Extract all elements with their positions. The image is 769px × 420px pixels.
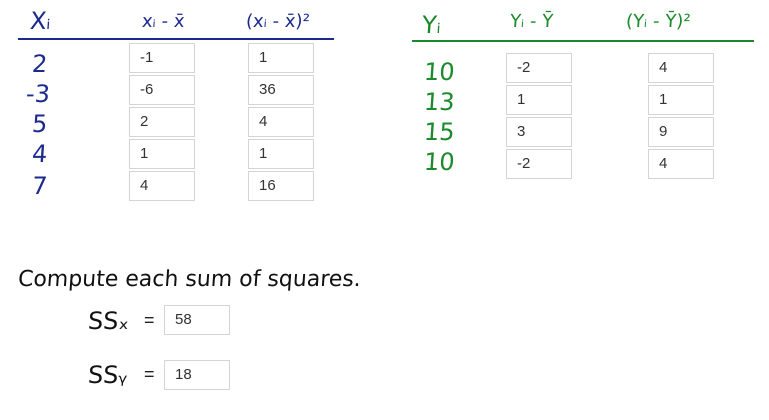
y-header-deviation: Yᵢ - Ȳ xyxy=(509,11,554,32)
x-squared-field[interactable]: 36 xyxy=(248,75,314,105)
y-squared-field[interactable]: 4 xyxy=(648,149,714,179)
x-header-xi: Xᵢ xyxy=(29,7,52,35)
x-squared-field[interactable]: 1 xyxy=(248,139,314,169)
x-squared-field[interactable]: 16 xyxy=(248,171,314,201)
y-squared-field[interactable]: 9 xyxy=(648,117,714,147)
x-deviation-field[interactable]: 2 xyxy=(129,107,195,137)
y-deviation-field[interactable]: -2 xyxy=(506,53,572,83)
x-value: 5 xyxy=(31,110,49,138)
ssx-equals: = xyxy=(144,310,155,330)
y-header-rule xyxy=(412,40,754,42)
y-deviation-field[interactable]: 3 xyxy=(506,117,572,147)
y-value: 13 xyxy=(423,88,456,116)
ssx-label: SSₓ xyxy=(87,307,131,335)
ssx-field[interactable]: 58 xyxy=(164,305,230,335)
ssy-label: SSᵧ xyxy=(87,361,129,389)
y-value: 15 xyxy=(423,118,456,146)
y-squared-field[interactable]: 4 xyxy=(648,53,714,83)
y-deviation-field[interactable]: 1 xyxy=(506,85,572,115)
sum-of-squares-prompt: Compute each sum of squares. xyxy=(17,267,362,292)
x-deviation-field[interactable]: -1 xyxy=(129,43,195,73)
y-header-yi: Yᵢ xyxy=(421,11,442,39)
x-deviation-field[interactable]: 1 xyxy=(129,139,195,169)
x-value: 7 xyxy=(31,172,49,200)
y-value: 10 xyxy=(423,58,456,86)
x-squared-field[interactable]: 1 xyxy=(248,43,314,73)
x-header-squared: (xᵢ - x̄)² xyxy=(245,11,311,32)
y-deviation-field[interactable]: -2 xyxy=(506,149,572,179)
y-value: 10 xyxy=(423,148,456,176)
y-squared-field[interactable]: 1 xyxy=(648,85,714,115)
x-header-deviation: xᵢ - x̄ xyxy=(141,11,186,32)
ssy-field[interactable]: 18 xyxy=(164,360,230,390)
x-deviation-field[interactable]: 4 xyxy=(129,171,195,201)
x-squared-field[interactable]: 4 xyxy=(248,107,314,137)
x-value: 4 xyxy=(31,140,49,168)
x-deviation-field[interactable]: -6 xyxy=(129,75,195,105)
x-value: 2 xyxy=(31,50,49,78)
x-header-rule xyxy=(18,38,334,40)
ssy-equals: = xyxy=(144,364,155,384)
y-header-squared: (Yᵢ - Ȳ)² xyxy=(625,11,692,32)
x-value: -3 xyxy=(25,80,51,108)
